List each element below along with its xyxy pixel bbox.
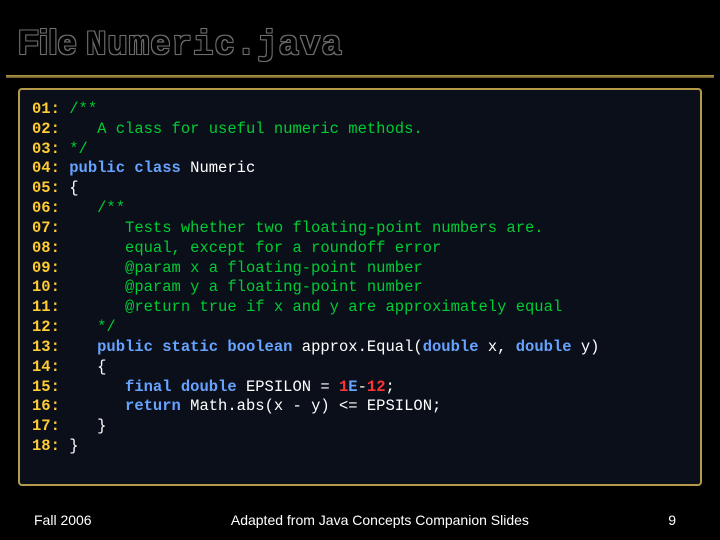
line-number: 08: — [32, 239, 60, 257]
code-token: /** — [69, 100, 97, 118]
line-number: 01: — [32, 100, 60, 118]
code-token: final double — [125, 378, 246, 396]
code-token: @param x a floating-point number — [125, 259, 423, 277]
code-token: { — [60, 179, 79, 197]
code-line: 08: equal, except for a roundoff error — [32, 239, 688, 259]
title-word-filename: Numeric.java — [86, 27, 343, 65]
code-token: @param y a floating-point number — [125, 278, 423, 296]
code-token: E — [348, 378, 357, 396]
code-token: Math.abs(x - y) <= EPSILON; — [190, 397, 441, 415]
code-block: 01: /**02: A class for useful numeric me… — [18, 88, 702, 486]
code-token: Numeric — [190, 159, 255, 177]
line-number: 10: — [32, 278, 60, 296]
slide-title: File Numeric.java — [18, 24, 343, 65]
line-number: 03: — [32, 140, 60, 158]
code-token: } — [60, 437, 79, 455]
code-token: x, — [488, 338, 516, 356]
code-line: 05: { — [32, 179, 688, 199]
code-token — [60, 378, 125, 396]
code-token — [60, 318, 97, 336]
code-line: 15: final double EPSILON = 1E-12; — [32, 378, 688, 398]
code-token: public static boolean — [97, 338, 302, 356]
slide-footer: Fall 2006 Adapted from Java Concepts Com… — [0, 512, 720, 528]
code-token — [60, 120, 97, 138]
title-area: File Numeric.java — [0, 0, 720, 75]
line-number: 02: — [32, 120, 60, 138]
footer-left: Fall 2006 — [34, 512, 92, 528]
code-token: double — [423, 338, 488, 356]
line-number: 12: — [32, 318, 60, 336]
code-token — [60, 259, 125, 277]
title-word-file: File — [18, 24, 77, 62]
code-line: 02: A class for useful numeric methods. — [32, 120, 688, 140]
code-token: @return true if x and y are approximatel… — [125, 298, 562, 316]
code-line: 03: */ — [32, 140, 688, 160]
code-token: equal, except for a roundoff error — [125, 239, 441, 257]
code-token — [60, 100, 69, 118]
line-number: 13: — [32, 338, 60, 356]
code-token — [60, 338, 97, 356]
code-line: 18: } — [32, 437, 688, 457]
code-line: 04: public class Numeric — [32, 159, 688, 179]
line-number: 18: — [32, 437, 60, 455]
line-number: 11: — [32, 298, 60, 316]
code-token — [60, 298, 125, 316]
code-token — [60, 239, 125, 257]
code-line: 17: } — [32, 417, 688, 437]
code-token: 12 — [367, 378, 386, 396]
code-line: 09: @param x a floating-point number — [32, 259, 688, 279]
line-number: 15: — [32, 378, 60, 396]
code-token: approx.Equal( — [302, 338, 423, 356]
code-token — [60, 140, 69, 158]
code-line: 10: @param y a floating-point number — [32, 278, 688, 298]
code-line: 14: { — [32, 358, 688, 378]
line-number: 17: — [32, 417, 60, 435]
title-underline — [6, 75, 714, 78]
code-token: } — [60, 417, 107, 435]
code-token: 1 — [339, 378, 348, 396]
code-token: y) — [581, 338, 600, 356]
code-token: EPSILON = — [246, 378, 339, 396]
code-line: 12: */ — [32, 318, 688, 338]
code-line: 06: /** — [32, 199, 688, 219]
code-token — [60, 397, 125, 415]
code-token: { — [60, 358, 107, 376]
line-number: 14: — [32, 358, 60, 376]
line-number: 05: — [32, 179, 60, 197]
line-number: 07: — [32, 219, 60, 237]
code-line: 11: @return true if x and y are approxim… — [32, 298, 688, 318]
code-token: return — [125, 397, 190, 415]
footer-page-number: 9 — [668, 512, 676, 528]
code-token: */ — [97, 318, 116, 336]
code-token: A class for useful numeric methods. — [97, 120, 423, 138]
code-token — [60, 278, 125, 296]
footer-center: Adapted from Java Concepts Companion Sli… — [92, 512, 669, 528]
code-token: - — [358, 378, 367, 396]
line-number: 04: — [32, 159, 60, 177]
code-token — [60, 159, 69, 177]
code-token — [60, 199, 97, 217]
code-token: Tests whether two floating-point numbers… — [125, 219, 544, 237]
code-token: */ — [69, 140, 88, 158]
line-number: 06: — [32, 199, 60, 217]
code-token: ; — [386, 378, 395, 396]
code-line: 13: public static boolean approx.Equal(d… — [32, 338, 688, 358]
code-token: public class — [69, 159, 190, 177]
line-number: 09: — [32, 259, 60, 277]
code-token: double — [516, 338, 581, 356]
code-line: 07: Tests whether two floating-point num… — [32, 219, 688, 239]
code-token — [60, 219, 125, 237]
code-token: /** — [97, 199, 125, 217]
line-number: 16: — [32, 397, 60, 415]
code-line: 01: /** — [32, 100, 688, 120]
code-line: 16: return Math.abs(x - y) <= EPSILON; — [32, 397, 688, 417]
